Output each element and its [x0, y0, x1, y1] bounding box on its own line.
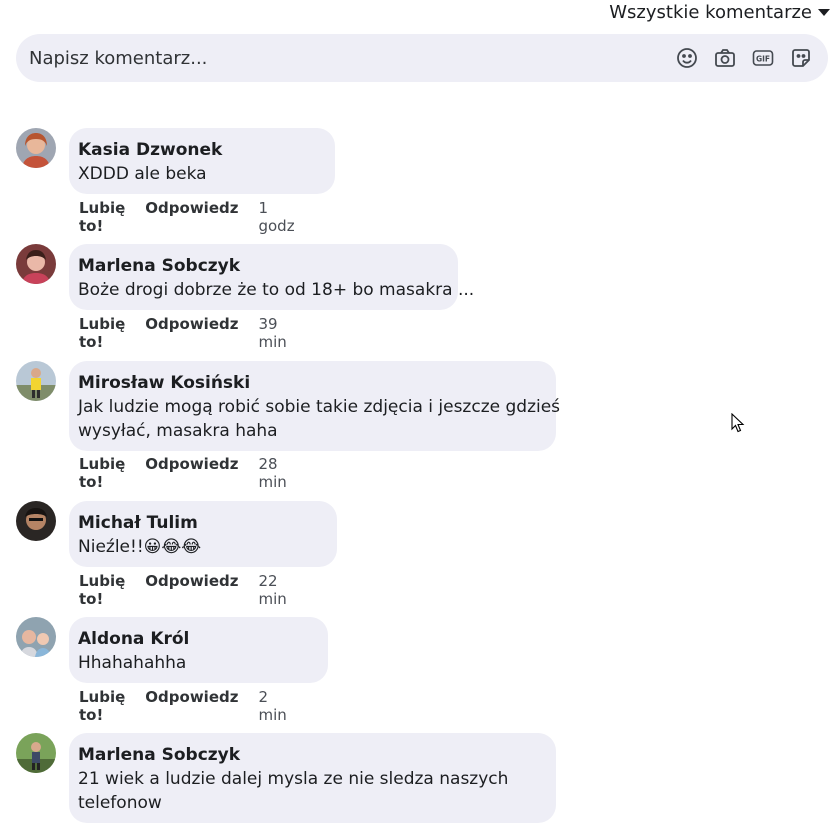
- comment-text: Nieźle!!😀😂😂: [78, 537, 202, 557]
- reply-button[interactable]: Odpowiedz: [145, 572, 238, 608]
- composer-tools: GIF: [674, 45, 814, 71]
- comment-text: Boże drogi dobrze że to od 18+ bo masakr…: [78, 280, 475, 300]
- comment-bubble: Mirosław Kosiński Jak ludzie mogą robić …: [69, 361, 561, 451]
- comment-bubble: Marlena Sobczyk Boże drogi dobrze że to …: [69, 244, 475, 310]
- avatar[interactable]: [16, 501, 56, 541]
- comment-composer: GIF: [16, 34, 828, 82]
- comment-author[interactable]: Aldona Król: [78, 627, 318, 651]
- avatar[interactable]: [16, 244, 56, 284]
- comment-timestamp[interactable]: 2 min: [258, 688, 286, 724]
- like-button[interactable]: Lubię to!: [79, 688, 125, 724]
- comment-author[interactable]: Michał Tulim: [78, 511, 327, 535]
- comment-author[interactable]: Mirosław Kosiński: [78, 371, 546, 395]
- like-button[interactable]: Lubię to!: [79, 199, 125, 235]
- reply-button[interactable]: Odpowiedz: [145, 455, 238, 491]
- comment-actions: Lubię to! Odpowiedz 39 min: [79, 315, 287, 351]
- gif-icon[interactable]: GIF: [750, 45, 776, 71]
- like-button[interactable]: Lubię to!: [79, 455, 125, 491]
- caret-down-icon: [818, 8, 830, 16]
- comment-timestamp[interactable]: 1 godz: [258, 199, 294, 235]
- comment-timestamp[interactable]: 28 min: [258, 455, 286, 491]
- comment-text-line: telefonow: [78, 793, 162, 813]
- comment-actions: Lubię to! Odpowiedz 28 min: [79, 455, 287, 491]
- sort-comments-dropdown[interactable]: Wszystkie komentarze: [609, 0, 830, 24]
- like-button[interactable]: Lubię to!: [79, 572, 125, 608]
- comment-text: XDDD ale beka: [78, 164, 207, 184]
- camera-icon[interactable]: [712, 45, 738, 71]
- comment-text-line: Jak ludzie mogą robić sobie takie zdjęci…: [78, 397, 561, 417]
- comment-bubble: Michał Tulim Nieźle!!😀😂😂: [69, 501, 337, 567]
- avatar[interactable]: [16, 733, 56, 773]
- comment-actions: Lubię to! Odpowiedz 22 min: [79, 572, 287, 608]
- reply-button[interactable]: Odpowiedz: [145, 199, 238, 235]
- comment-text: Hhahahahha: [78, 653, 187, 673]
- comment-bubble: Kasia Dzwonek XDDD ale beka: [69, 128, 335, 194]
- comment-author[interactable]: Marlena Sobczyk: [78, 743, 546, 767]
- comment-text-line: wysyłać, masakra haha: [78, 421, 278, 441]
- comment-actions: Lubię to! Odpowiedz 1 godz: [79, 199, 295, 235]
- comment-timestamp[interactable]: 22 min: [258, 572, 286, 608]
- svg-text:GIF: GIF: [756, 55, 770, 64]
- comment-author[interactable]: Marlena Sobczyk: [78, 254, 448, 278]
- comment-input[interactable]: [29, 47, 674, 69]
- comment-author[interactable]: Kasia Dzwonek: [78, 138, 325, 162]
- avatar[interactable]: [16, 617, 56, 657]
- comment-bubble: Marlena Sobczyk 21 wiek a ludzie dalej m…: [69, 733, 556, 823]
- avatar[interactable]: [16, 361, 56, 401]
- mouse-pointer-icon: [731, 413, 745, 433]
- reply-button[interactable]: Odpowiedz: [145, 315, 238, 351]
- smiley-icon[interactable]: [674, 45, 700, 71]
- reply-button[interactable]: Odpowiedz: [145, 688, 238, 724]
- comment-actions: Lubię to! Odpowiedz 2 min: [79, 688, 287, 724]
- avatar[interactable]: [16, 128, 56, 168]
- comment-text-line: 21 wiek a ludzie dalej mysla ze nie sled…: [78, 769, 509, 789]
- comment-timestamp[interactable]: 39 min: [258, 315, 286, 351]
- sort-label: Wszystkie komentarze: [609, 1, 812, 23]
- sticker-icon[interactable]: [788, 45, 814, 71]
- like-button[interactable]: Lubię to!: [79, 315, 125, 351]
- comment-bubble: Aldona Król Hhahahahha: [69, 617, 328, 683]
